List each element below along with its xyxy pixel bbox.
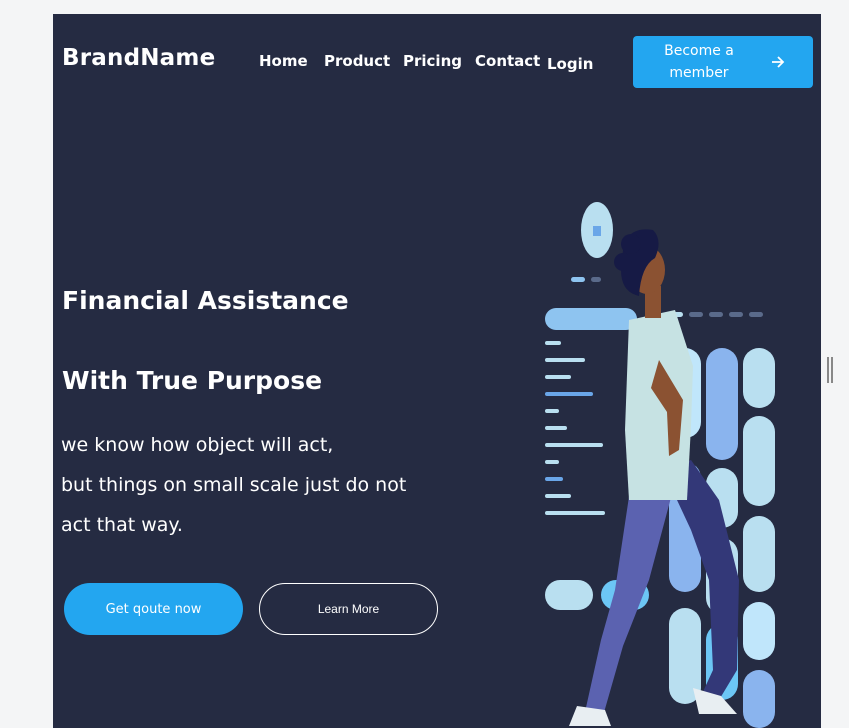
nav-pricing[interactable]: Pricing [403, 52, 462, 70]
become-member-label: Become a member [664, 43, 734, 81]
get-quote-button[interactable]: Get qoute now [64, 583, 243, 635]
hero-illustration [545, 202, 775, 728]
learn-more-button[interactable]: Learn More [259, 583, 438, 635]
arrow-right-icon [771, 53, 785, 72]
become-member-button[interactable]: Become a member [633, 36, 813, 88]
hero-title-line-1: Financial Assistance [62, 286, 349, 315]
resize-handle[interactable] [827, 357, 833, 383]
nav-home[interactable]: Home [259, 52, 308, 70]
nav-contact[interactable]: Contact [475, 52, 540, 70]
hero-description-line-1: we know how object will act, [61, 434, 334, 456]
hero-section: BrandName Home Product Pricing Contact L… [53, 14, 821, 728]
login-link[interactable]: Login [547, 55, 593, 73]
brand-logo[interactable]: BrandName [62, 45, 215, 71]
hero-description-line-3: act that way. [61, 514, 183, 536]
hero-title-line-2: With True Purpose [62, 366, 323, 395]
nav-product[interactable]: Product [324, 52, 390, 70]
hero-description-line-2: but things on small scale just do not [61, 474, 407, 496]
